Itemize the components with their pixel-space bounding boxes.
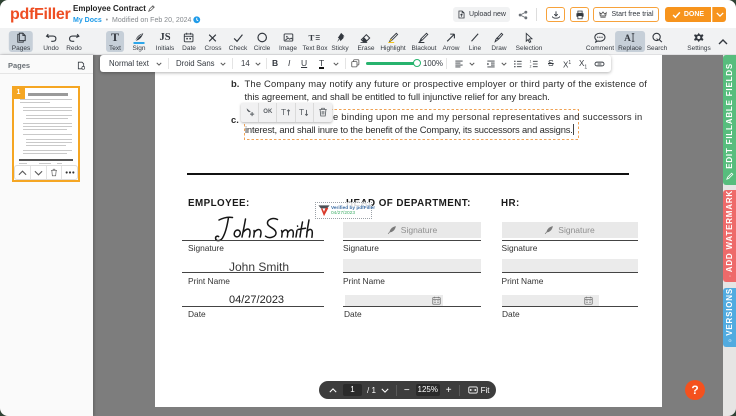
svg-text:A: A — [624, 34, 631, 43]
svg-text:T: T — [299, 107, 304, 117]
svg-text:2: 2 — [530, 65, 532, 68]
svg-text:T: T — [281, 107, 286, 117]
svg-text:1: 1 — [530, 60, 532, 64]
svg-text:T: T — [309, 32, 315, 42]
